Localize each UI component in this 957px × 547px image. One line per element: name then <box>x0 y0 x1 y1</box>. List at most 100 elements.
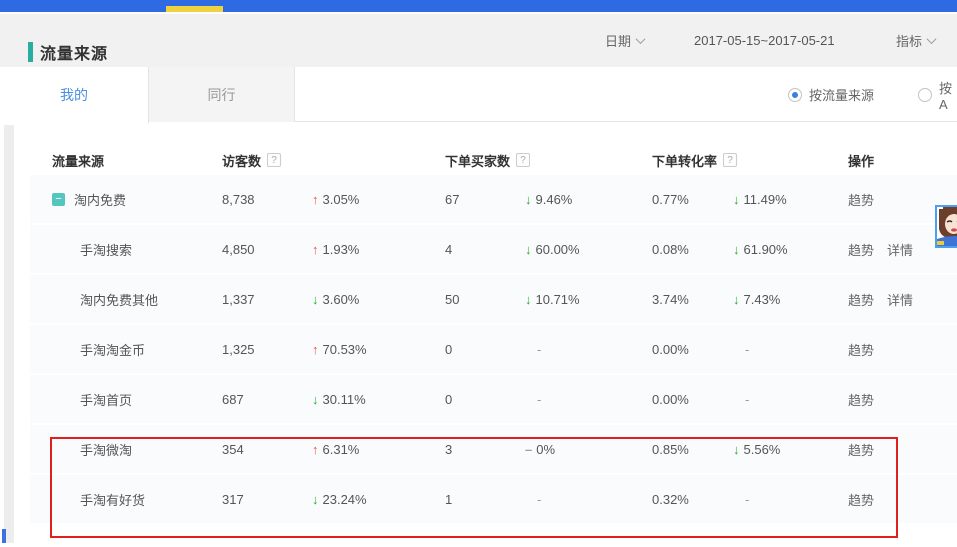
col-visitors: 访客数? <box>222 151 445 170</box>
arrow-down-icon: ↓ <box>312 492 319 507</box>
tab-strip: 我的 同行 按流量来源 按A <box>0 67 957 122</box>
conversion-change: ↓11.49% <box>733 192 848 207</box>
contact-avatar[interactable] <box>935 205 957 248</box>
arrow-down-icon: ↓ <box>733 442 740 457</box>
no-change-dash: - <box>733 342 749 357</box>
conversion-value: 0.77% <box>652 192 733 207</box>
trend-link[interactable]: 趋势 <box>848 243 874 258</box>
trend-link[interactable]: 趋势 <box>848 343 874 358</box>
change-wrap: ↑3.05% <box>312 192 359 207</box>
buyers-change: ↓60.00% <box>525 242 652 257</box>
arrow-down-icon: ↓ <box>525 192 532 207</box>
module-header: 流量来源 日期 2017-05-15~2017-05-21 指标 <box>0 14 957 67</box>
row-actions: 趋势 <box>848 390 957 409</box>
row-actions: 趋势 <box>848 440 957 459</box>
buyers-value: 4 <box>445 242 525 257</box>
trend-link[interactable]: 趋势 <box>848 393 874 408</box>
change-value: 30.11% <box>323 392 366 407</box>
help-icon[interactable]: ? <box>723 153 737 167</box>
buyers-value: 0 <box>445 392 525 407</box>
help-icon[interactable]: ? <box>516 153 530 167</box>
trend-link[interactable]: 趋势 <box>848 443 874 458</box>
no-change-dash: - <box>525 392 541 407</box>
conversion-change: - <box>733 492 848 507</box>
change-value: 7.43% <box>744 292 781 307</box>
tab-peers[interactable]: 同行 <box>149 67 295 122</box>
change-wrap: ↓ 5.56% <box>733 442 780 457</box>
change-wrap: ↓11.49% <box>733 192 787 207</box>
change-value: 61.90% <box>744 242 788 257</box>
chevron-down-icon <box>927 34 937 44</box>
tab-mine[interactable]: 我的 <box>0 67 149 123</box>
visitors-value: 4,850 <box>222 242 312 257</box>
col-conversion: 下单转化率? <box>652 151 848 170</box>
source-name: 淘内免费其他 <box>80 290 158 309</box>
trend-link[interactable]: 趋势 <box>848 193 874 208</box>
no-change-dash: - <box>525 342 541 357</box>
buyers-change: - <box>525 492 652 507</box>
col-buyers: 下单买家数? <box>445 151 652 170</box>
source-name-cell: 手淘淘金币 <box>30 340 222 359</box>
metric-dropdown[interactable]: 指标 <box>896 14 935 67</box>
table-row: −淘内免费8,738↑3.05%67↓9.46%0.77%↓11.49%趋势 <box>30 175 957 225</box>
source-name: 淘内免费 <box>74 190 126 209</box>
table-row: 手淘淘金币1,325↑70.53%0-0.00%-趋势 <box>30 325 957 375</box>
no-change-dash: - <box>733 492 749 507</box>
radio-by-traffic-source[interactable]: 按流量来源 <box>788 67 874 122</box>
buyers-value: 3 <box>445 442 525 457</box>
source-name-cell: 手淘搜索 <box>30 240 222 259</box>
source-name: 手淘微淘 <box>80 440 132 459</box>
radio-selected-icon <box>788 88 802 102</box>
trend-link[interactable]: 趋势 <box>848 293 874 308</box>
detail-link[interactable]: 详情 <box>887 243 913 258</box>
avatar-image <box>937 207 957 247</box>
collapse-icon[interactable]: − <box>52 193 65 206</box>
arrow-up-icon: ↑ <box>312 192 319 207</box>
change-wrap: ↓ 61.90% <box>733 242 788 257</box>
conversion-value: 0.85% <box>652 442 733 457</box>
source-name: 手淘首页 <box>80 390 132 409</box>
date-range-value[interactable]: 2017-05-15~2017-05-21 <box>694 14 835 67</box>
change-wrap: ↑1.93% <box>312 242 359 257</box>
visitors-value: 8,738 <box>222 192 312 207</box>
page-gutter <box>4 125 14 543</box>
change-wrap: ↑6.31% <box>312 442 359 457</box>
source-name: 手淘搜索 <box>80 240 132 259</box>
conversion-value: 3.74% <box>652 292 733 307</box>
visitors-value: 317 <box>222 492 312 507</box>
conversion-change: ↓ 5.56% <box>733 442 848 457</box>
change-wrap: ↓60.00% <box>525 242 580 257</box>
title-accent-bar <box>28 42 33 62</box>
help-icon[interactable]: ? <box>267 153 281 167</box>
page-title: 流量来源 <box>40 40 108 64</box>
radio-label: 按A <box>939 78 957 112</box>
change-value: 5.56% <box>744 442 781 457</box>
change-wrap: ↓9.46% <box>525 192 572 207</box>
arrow-down-icon: ↓ <box>733 292 740 307</box>
change-value: 6.31% <box>323 442 360 457</box>
change-wrap: ↓ 7.43% <box>733 292 780 307</box>
date-dropdown[interactable]: 日期 <box>605 14 644 67</box>
buyers-value: 1 <box>445 492 525 507</box>
change-wrap: ↓23.24% <box>312 492 367 507</box>
arrow-down-icon: ↓ <box>733 242 740 257</box>
arrow-up-icon: ↑ <box>312 242 319 257</box>
change-value: 10.71% <box>536 292 580 307</box>
radio-by-app[interactable]: 按A <box>918 67 957 122</box>
row-actions: 趋势 <box>848 340 957 359</box>
buyers-value: 50 <box>445 292 525 307</box>
trend-link[interactable]: 趋势 <box>848 493 874 508</box>
source-name-cell: 淘内免费其他 <box>30 290 222 309</box>
flat-icon: – <box>525 442 532 457</box>
detail-link[interactable]: 详情 <box>887 293 913 308</box>
visitors-change: ↑3.05% <box>312 192 445 207</box>
conversion-change: - <box>733 392 848 407</box>
visitors-change: ↑70.53% <box>312 342 445 357</box>
table-row: 手淘有好货317↓23.24%1-0.32%-趋势 <box>30 475 957 525</box>
source-name-cell: 手淘有好货 <box>30 490 222 509</box>
table-row: 手淘首页687↓30.11%0-0.00%-趋势 <box>30 375 957 425</box>
table-row: 手淘搜索4,850↑1.93%4↓60.00%0.08%↓61.90%趋势详情 <box>30 225 957 275</box>
conversion-change: - <box>733 342 848 357</box>
conversion-change: ↓ 61.90% <box>733 242 848 257</box>
change-value: 60.00% <box>536 242 580 257</box>
